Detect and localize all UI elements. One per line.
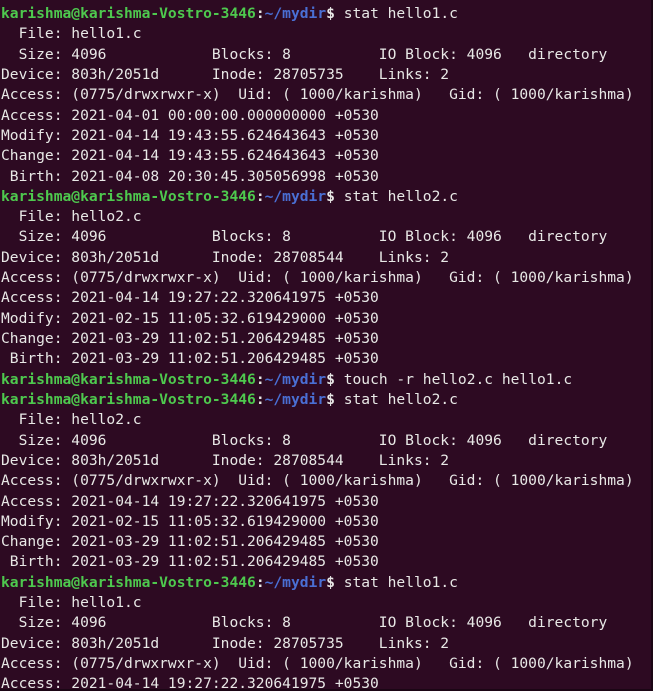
terminal-output-text: Size: 4096 Blocks: 8 IO Block: 4096 dire…	[1, 45, 608, 63]
terminal-output-text: Birth: 2021-04-08 20:30:45.305056998 +05…	[1, 167, 379, 185]
terminal-output-line: Access: (0775/drwxrwxr-x) Uid: ( 1000/ka…	[1, 268, 651, 288]
terminal-output-line: File: hello2.c	[1, 207, 651, 227]
terminal-output-line: Birth: 2021-04-08 20:30:45.305056998 +05…	[1, 167, 651, 187]
terminal-output-line: Access: (0775/drwxrwxr-x) Uid: ( 1000/ka…	[1, 471, 651, 491]
terminal-output-text: Access: (0775/drwxrwxr-x) Uid: ( 1000/ka…	[1, 472, 634, 490]
prompt-dollar: $	[326, 573, 335, 591]
terminal-output-line: Modify: 2021-04-14 19:43:55.624643643 +0…	[1, 126, 651, 146]
terminal-output-text: Access: 2021-04-14 19:27:22.320641975 +0…	[1, 675, 379, 691]
terminal-output-line: Access: 2021-04-14 19:27:22.320641975 +0…	[1, 674, 651, 691]
terminal-output-text: Size: 4096 Blocks: 8 IO Block: 4096 dire…	[1, 431, 608, 449]
terminal-output-line: Birth: 2021-03-29 11:02:51.206429485 +05…	[1, 349, 651, 369]
terminal-output-line: File: hello1.c	[1, 24, 651, 44]
terminal-output-text: Birth: 2021-03-29 11:02:51.206429485 +05…	[1, 350, 379, 368]
terminal-command-text[interactable]: stat hello1.c	[335, 574, 458, 591]
terminal-output-line: Birth: 2021-03-29 11:02:51.206429485 +05…	[1, 552, 651, 572]
terminal-command-text[interactable]: touch -r hello2.c hello1.c	[335, 371, 572, 388]
terminal-window[interactable]: karishma@karishma-Vostro-3446:~/mydir$ s…	[0, 0, 653, 691]
prompt-user-host: karishma@karishma-Vostro-3446	[1, 187, 256, 205]
prompt-path: ~/mydir	[264, 573, 327, 591]
terminal-output-line: Access: (0775/drwxrwxr-x) Uid: ( 1000/ka…	[1, 85, 651, 105]
terminal-output-text: Access: (0775/drwxrwxr-x) Uid: ( 1000/ka…	[1, 655, 634, 672]
terminal-output-text: Access: 2021-04-14 19:27:22.320641975 +0…	[1, 289, 379, 307]
terminal-output-line: Size: 4096 Blocks: 8 IO Block: 4096 dire…	[1, 227, 651, 247]
terminal-output-text: Access: 2021-04-01 00:00:00.000000000 +0…	[1, 106, 379, 124]
prompt-colon: :	[255, 573, 265, 591]
terminal-prompt-line: karishma@karishma-Vostro-3446:~/mydir$ s…	[1, 390, 651, 410]
prompt-path: ~/mydir	[264, 370, 327, 388]
terminal-output-line: File: hello1.c	[1, 593, 651, 613]
prompt-user-host: karishma@karishma-Vostro-3446	[1, 573, 256, 591]
terminal-output-text: File: hello2.c	[1, 208, 142, 226]
prompt-colon: :	[255, 187, 265, 205]
terminal-output-line: Modify: 2021-02-15 11:05:32.619429000 +0…	[1, 309, 651, 329]
terminal-command-text[interactable]: stat hello1.c	[335, 5, 458, 22]
terminal-prompt-line: karishma@karishma-Vostro-3446:~/mydir$ s…	[1, 4, 651, 24]
terminal-output-line: Access: 2021-04-14 19:27:22.320641975 +0…	[1, 492, 651, 512]
terminal-output-text: Device: 803h/2051d Inode: 28708544 Links…	[1, 248, 450, 266]
terminal-output-text: Change: 2021-03-29 11:02:51.206429485 +0…	[1, 330, 379, 347]
prompt-colon: :	[255, 5, 265, 22]
terminal-output-text: Size: 4096 Blocks: 8 IO Block: 4096 dire…	[1, 614, 608, 632]
terminal-output-text: Change: 2021-03-29 11:02:51.206429485 +0…	[1, 533, 379, 551]
terminal-output-line: Device: 803h/2051d Inode: 28705735 Links…	[1, 634, 651, 654]
prompt-colon: :	[255, 370, 265, 388]
terminal-output-text: Access: (0775/drwxrwxr-x) Uid: ( 1000/ka…	[1, 269, 634, 287]
terminal-output-text: File: hello2.c	[1, 411, 142, 429]
terminal-prompt-line: karishma@karishma-Vostro-3446:~/mydir$ t…	[1, 370, 651, 390]
terminal-output-line: Size: 4096 Blocks: 8 IO Block: 4096 dire…	[1, 613, 651, 633]
prompt-colon: :	[255, 390, 265, 408]
terminal-output-line: Access: (0775/drwxrwxr-x) Uid: ( 1000/ka…	[1, 654, 651, 674]
terminal-output-line: Size: 4096 Blocks: 8 IO Block: 4096 dire…	[1, 431, 651, 451]
terminal-output-line: Change: 2021-03-29 11:02:51.206429485 +0…	[1, 532, 651, 552]
terminal-output-text: Modify: 2021-02-15 11:05:32.619429000 +0…	[1, 309, 379, 327]
terminal-command-text[interactable]: stat hello2.c	[335, 391, 458, 408]
prompt-user-host: karishma@karishma-Vostro-3446	[1, 390, 256, 408]
terminal-prompt-line: karishma@karishma-Vostro-3446:~/mydir$ s…	[1, 187, 651, 207]
prompt-path: ~/mydir	[264, 390, 327, 408]
prompt-dollar: $	[326, 187, 335, 205]
terminal-output-line: Change: 2021-03-29 11:02:51.206429485 +0…	[1, 329, 651, 349]
terminal-output-line: Change: 2021-04-14 19:43:55.624643643 +0…	[1, 146, 651, 166]
prompt-user-host: karishma@karishma-Vostro-3446	[1, 370, 256, 388]
prompt-user-host: karishma@karishma-Vostro-3446	[1, 5, 256, 22]
terminal-output-line: Access: 2021-04-01 00:00:00.000000000 +0…	[1, 106, 651, 126]
terminal-output-text: Device: 803h/2051d Inode: 28705735 Links…	[1, 65, 450, 83]
terminal-output-line: Device: 803h/2051d Inode: 28705735 Links…	[1, 65, 651, 85]
terminal-output-text: Access: (0775/drwxrwxr-x) Uid: ( 1000/ka…	[1, 86, 634, 104]
terminal-output-text: Modify: 2021-02-15 11:05:32.619429000 +0…	[1, 512, 379, 530]
terminal-command-text[interactable]: stat hello2.c	[335, 188, 458, 205]
terminal-output-line: Device: 803h/2051d Inode: 28708544 Links…	[1, 248, 651, 268]
terminal-output-line: Size: 4096 Blocks: 8 IO Block: 4096 dire…	[1, 45, 651, 65]
prompt-path: ~/mydir	[264, 5, 327, 22]
terminal-output-text: Device: 803h/2051d Inode: 28708544 Links…	[1, 451, 450, 469]
terminal-output-line: Device: 803h/2051d Inode: 28708544 Links…	[1, 451, 651, 471]
terminal-output-text: Device: 803h/2051d Inode: 28705735 Links…	[1, 634, 450, 652]
terminal-output-text: Birth: 2021-03-29 11:02:51.206429485 +05…	[1, 553, 379, 571]
terminal-output-text: Modify: 2021-04-14 19:43:55.624643643 +0…	[1, 126, 379, 144]
prompt-dollar: $	[326, 370, 335, 388]
terminal-output-line: Access: 2021-04-14 19:27:22.320641975 +0…	[1, 288, 651, 308]
terminal-output-text: File: hello1.c	[1, 25, 142, 43]
terminal-prompt-line: karishma@karishma-Vostro-3446:~/mydir$ s…	[1, 573, 651, 593]
prompt-path: ~/mydir	[264, 187, 327, 205]
terminal-output-line: File: hello2.c	[1, 410, 651, 430]
terminal-output-text: Change: 2021-04-14 19:43:55.624643643 +0…	[1, 147, 379, 165]
prompt-dollar: $	[326, 390, 335, 408]
terminal-output-line: Modify: 2021-02-15 11:05:32.619429000 +0…	[1, 512, 651, 532]
terminal-output-text: Size: 4096 Blocks: 8 IO Block: 4096 dire…	[1, 228, 608, 246]
prompt-dollar: $	[326, 5, 335, 22]
terminal-output-text: Access: 2021-04-14 19:27:22.320641975 +0…	[1, 492, 379, 510]
terminal-output-text: File: hello1.c	[1, 594, 142, 612]
